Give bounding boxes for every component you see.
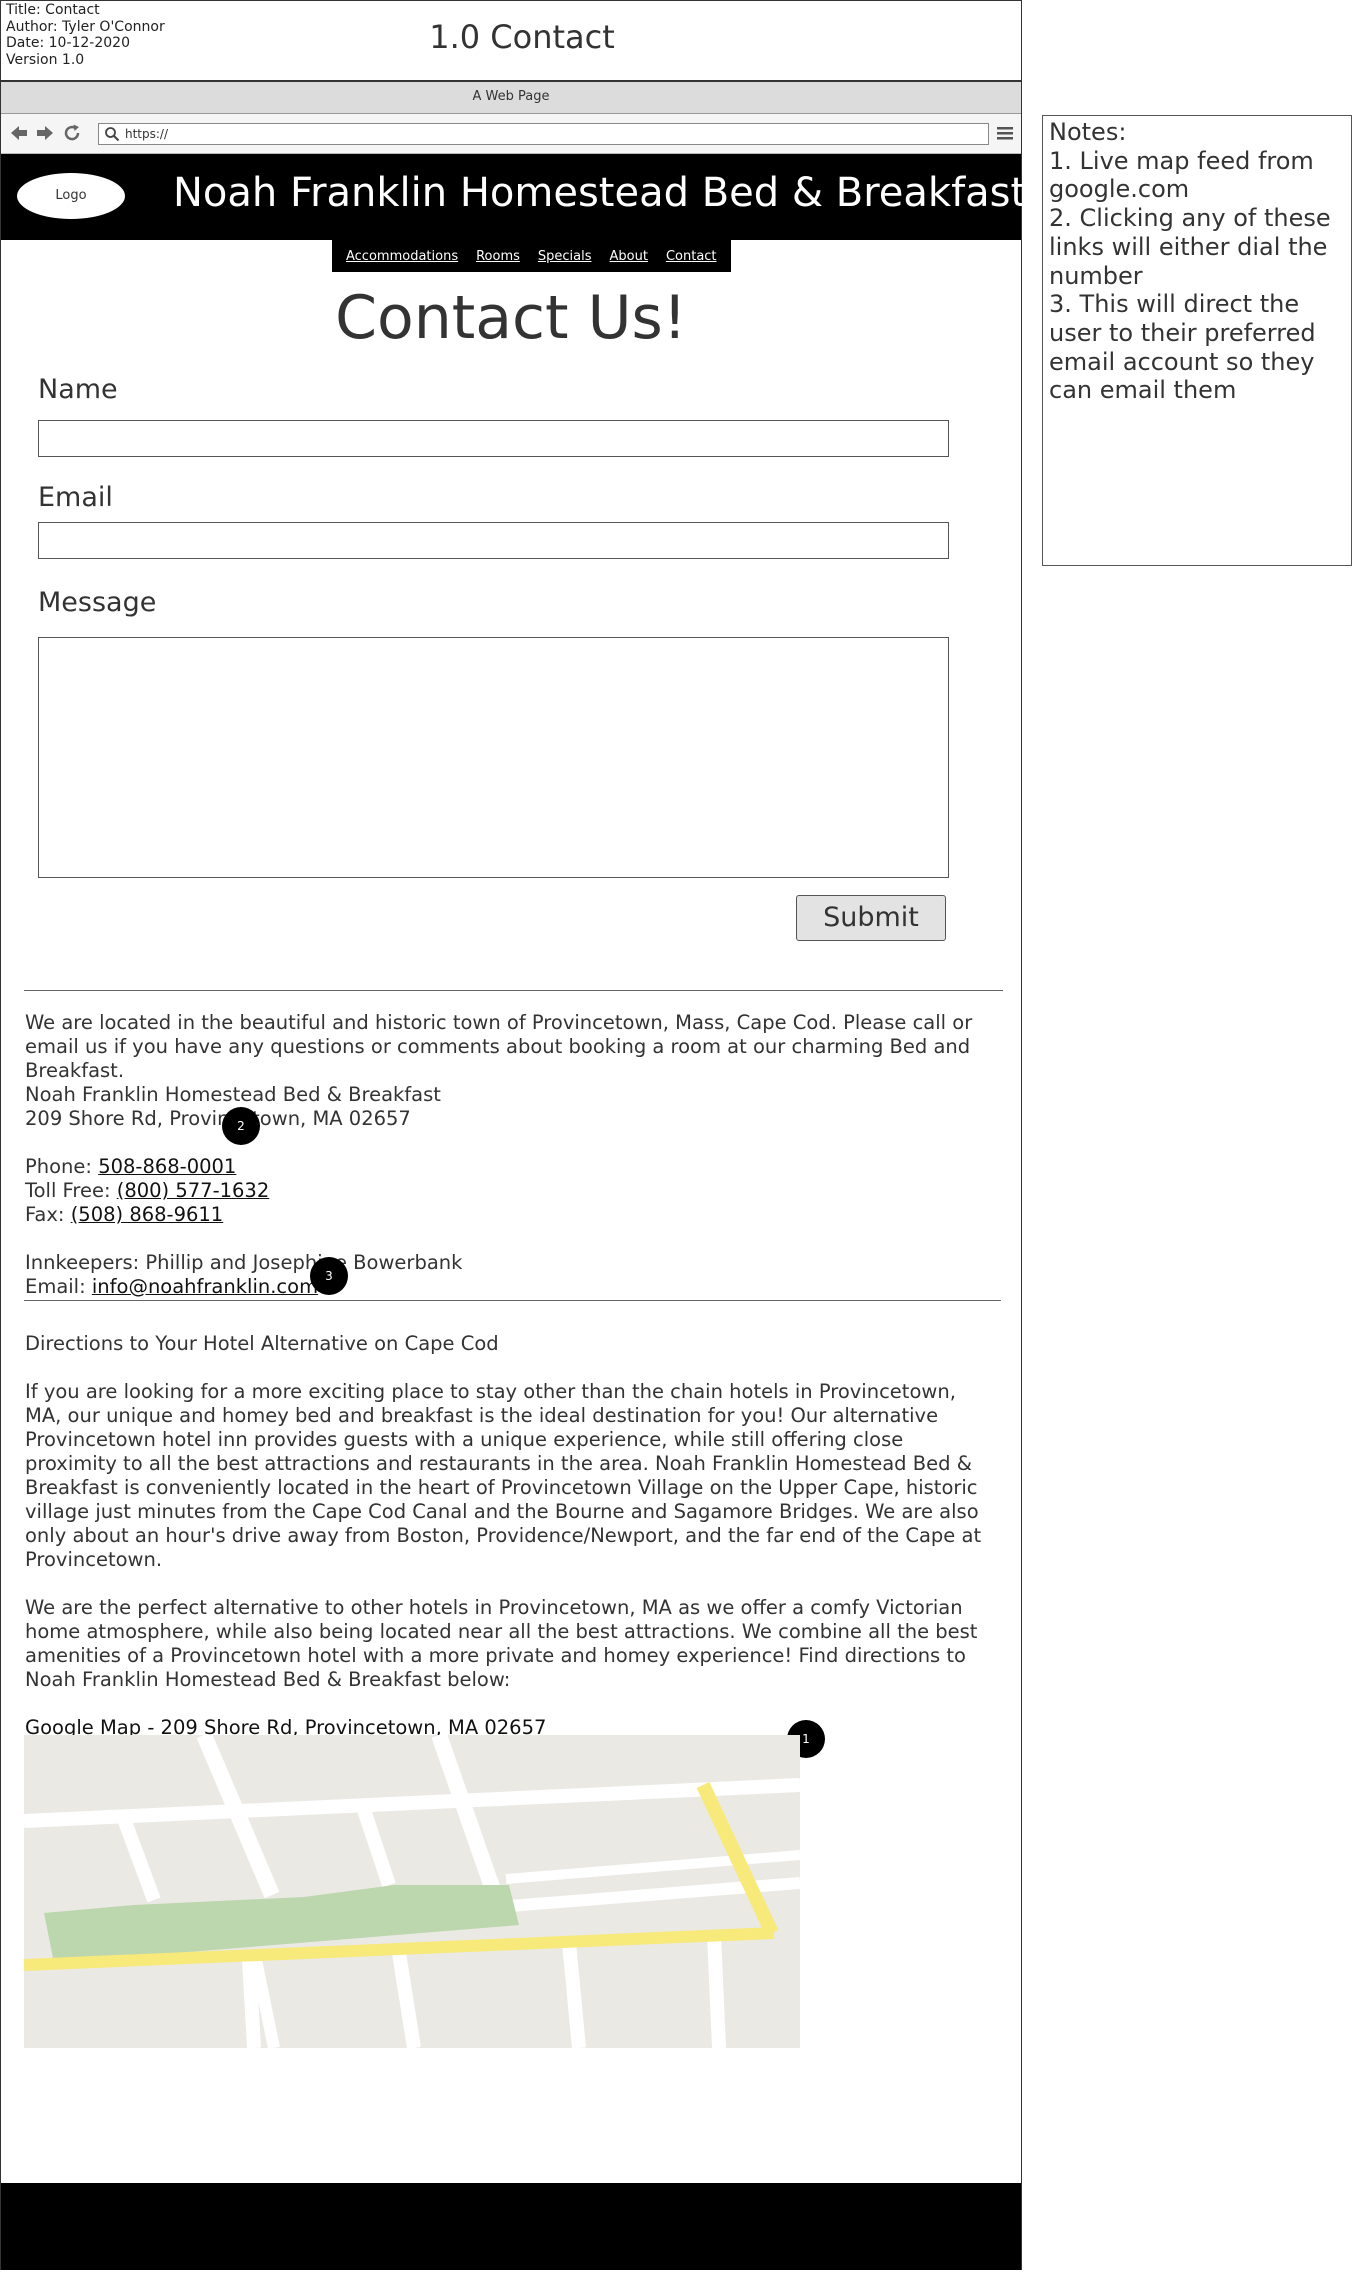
- note-item: 3. This will direct the user to their pr…: [1049, 290, 1316, 405]
- business-address: 209 Shore Rd, Provincetown, MA 02657: [25, 1107, 411, 1130]
- fax-line: Fax: (508) 868-9611: [25, 1203, 1000, 1227]
- notes-panel: Notes: 1. Live map feed from google.com …: [1042, 115, 1352, 566]
- site-name: Noah Franklin Homestead Bed & Breakfast: [173, 170, 1027, 216]
- phone-line: Phone: 508-868-0001: [25, 1155, 1000, 1179]
- directions-section: Directions to Your Hotel Alternative on …: [25, 1332, 985, 1740]
- forward-arrow-icon[interactable]: [34, 122, 56, 144]
- hamburger-menu-icon[interactable]: [995, 123, 1015, 143]
- browser-title-bar: A Web Page: [1, 82, 1021, 114]
- toll-free-link[interactable]: (800) 577-1632: [117, 1179, 270, 1202]
- directions-paragraph-2: We are the perfect alternative to other …: [25, 1596, 978, 1691]
- email-field[interactable]: [38, 522, 949, 559]
- nav-item-rooms[interactable]: Rooms: [476, 249, 520, 264]
- fax-link[interactable]: (508) 868-9611: [71, 1203, 224, 1226]
- section-divider: [24, 1300, 1001, 1301]
- nav-item-about[interactable]: About: [610, 249, 648, 264]
- fax-label: Fax:: [25, 1203, 71, 1226]
- email-line: Email: info@noahfranklin.com: [25, 1275, 1000, 1299]
- section-divider: [24, 990, 1003, 991]
- reload-icon[interactable]: [61, 122, 83, 144]
- nav-item-contact[interactable]: Contact: [666, 249, 717, 264]
- google-map[interactable]: [23, 1731, 801, 2050]
- toll-free-label: Toll Free:: [25, 1179, 117, 1202]
- site-logo[interactable]: Logo: [17, 173, 125, 219]
- toll-free-line: Toll Free: (800) 577-1632: [25, 1179, 1000, 1203]
- innkeepers: Innkeepers: Phillip and Josephine Bowerb…: [25, 1251, 463, 1274]
- business-name: Noah Franklin Homestead Bed & Breakfast: [25, 1083, 441, 1106]
- email-link[interactable]: info@noahfranklin.com: [92, 1275, 318, 1298]
- annotation-marker-2: 2: [222, 1107, 260, 1145]
- name-label: Name: [38, 374, 118, 405]
- note-item: 1. Live map feed from google.com: [1049, 146, 1314, 204]
- annotation-marker-3: 3: [310, 1257, 348, 1295]
- back-arrow-icon[interactable]: [8, 122, 30, 144]
- note-item: 2. Clicking any of these links will eith…: [1049, 204, 1331, 290]
- email-label-text: Email:: [25, 1275, 92, 1298]
- contact-intro: We are located in the beautiful and hist…: [25, 1011, 973, 1082]
- browser-toolbar: https://: [1, 114, 1021, 154]
- notes-heading: Notes:: [1049, 118, 1127, 146]
- url-text[interactable]: https://: [125, 126, 168, 142]
- submit-button[interactable]: Submit: [796, 895, 946, 941]
- site-footer: [1, 2183, 1021, 2270]
- page-title: 1.0 Contact: [429, 18, 615, 56]
- contact-info: We are located in the beautiful and hist…: [25, 1011, 1000, 1299]
- nav-item-specials[interactable]: Specials: [538, 249, 592, 264]
- browser-window-title: A Web Page: [472, 89, 550, 104]
- nav-item-accommodations[interactable]: Accommodations: [346, 249, 458, 264]
- address-bar[interactable]: https://: [98, 123, 989, 145]
- name-field[interactable]: [38, 420, 949, 457]
- phone-link[interactable]: 508-868-0001: [98, 1155, 236, 1178]
- directions-heading: Directions to Your Hotel Alternative on …: [25, 1332, 499, 1355]
- search-icon: [104, 126, 120, 142]
- message-field[interactable]: [38, 637, 949, 878]
- main-navigation: Accommodations Rooms Specials About Cont…: [332, 240, 731, 272]
- directions-paragraph-1: If you are looking for a more exciting p…: [25, 1380, 982, 1571]
- phone-label: Phone:: [25, 1155, 99, 1178]
- contact-heading: Contact Us!: [335, 283, 687, 353]
- site-banner: Logo Noah Franklin Homestead Bed & Break…: [1, 154, 1026, 240]
- email-label: Email: [38, 482, 113, 513]
- message-label: Message: [38, 587, 157, 618]
- meta-title: Title: Contact: [6, 2, 100, 18]
